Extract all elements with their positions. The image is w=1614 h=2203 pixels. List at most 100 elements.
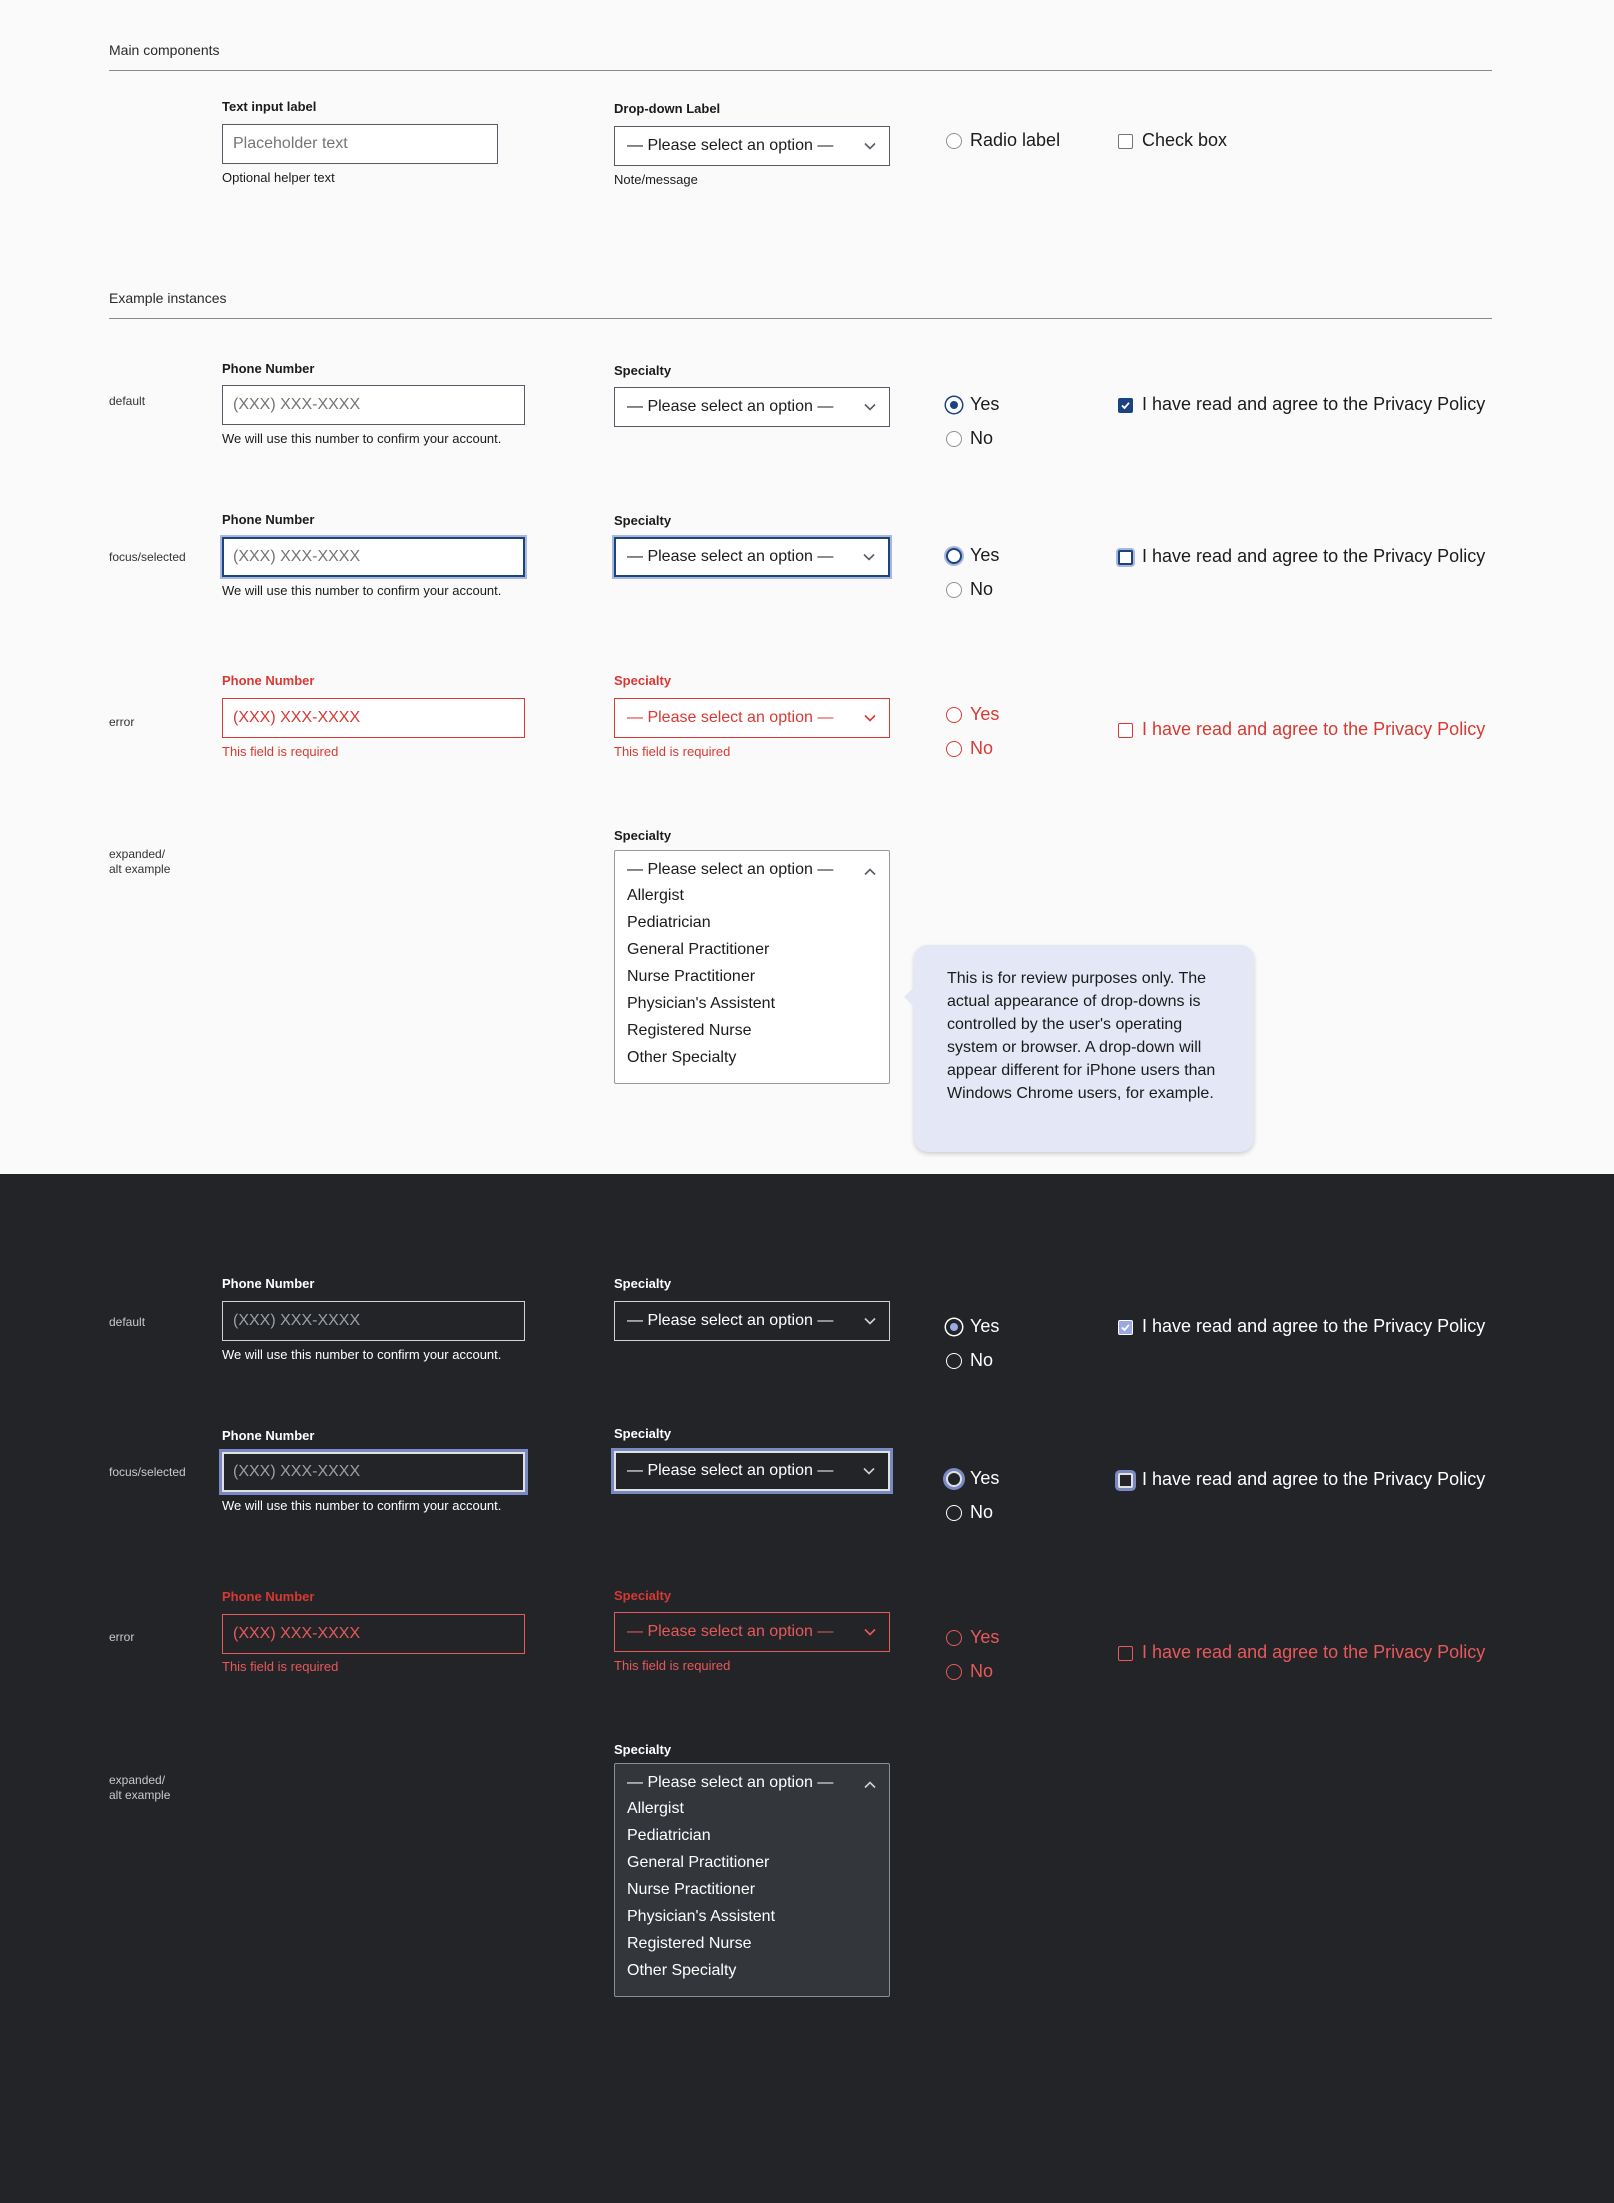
radio-yes-label: Yes [970, 1468, 1000, 1488]
phone-input[interactable]: (XXX) XXX-XXXX [222, 537, 525, 577]
radio-button[interactable] [946, 582, 962, 598]
radio-button[interactable] [946, 741, 962, 757]
radio-button[interactable] [946, 397, 962, 413]
phone-input[interactable]: (XXX) XXX-XXXX [222, 1301, 525, 1341]
phone-label: Phone Number [222, 512, 315, 527]
checkbox-main[interactable]: Check box [1118, 130, 1298, 152]
privacy-label: I have read and agree to the Privacy Pol… [1142, 1469, 1486, 1489]
radio-yes-label: Yes [970, 1627, 1000, 1647]
state-label-error: error [109, 715, 135, 729]
radio-yes[interactable]: Yes [946, 1627, 1046, 1649]
phone-helper: We will use this number to confirm your … [222, 431, 502, 446]
divider [109, 318, 1492, 319]
radio-no[interactable]: No [946, 1350, 1046, 1372]
listbox-option[interactable]: Allergist [627, 1800, 684, 1818]
phone-placeholder: (XXX) XXX-XXXX [233, 1625, 361, 1642]
radio-button[interactable] [946, 1630, 962, 1646]
specialty-select-value: — Please select an option — [627, 1462, 834, 1479]
review-tooltip: This is for review purposes only. The ac… [904, 945, 1254, 1152]
checkbox[interactable] [1118, 722, 1133, 738]
privacy-checkbox-row[interactable]: I have read and agree to the Privacy Pol… [1118, 719, 1498, 741]
specialty-select[interactable]: — Please select an option — [614, 698, 890, 738]
privacy-label: I have read and agree to the Privacy Pol… [1142, 546, 1486, 566]
specialty-select-value: — Please select an option — [627, 398, 834, 415]
radio-button[interactable] [946, 1664, 962, 1680]
specialty-label: Specialty [614, 513, 672, 528]
privacy-label: I have read and agree to the Privacy Pol… [1142, 1642, 1486, 1662]
radio-no[interactable]: No [946, 738, 1046, 760]
state-label-default: default [109, 1315, 146, 1329]
specialty-label: Specialty [614, 1588, 672, 1603]
radio-yes[interactable]: Yes [946, 704, 1046, 726]
checkbox[interactable] [1118, 1645, 1133, 1661]
privacy-checkbox-row[interactable]: I have read and agree to the Privacy Pol… [1118, 1469, 1498, 1491]
radio-button[interactable] [946, 1505, 962, 1521]
privacy-checkbox-row[interactable]: I have read and agree to the Privacy Pol… [1118, 1642, 1498, 1664]
specialty-label: Specialty [614, 1742, 672, 1757]
specialty-select[interactable]: — Please select an option — [614, 1301, 890, 1341]
radio-main[interactable]: Radio label [946, 130, 1126, 152]
radio-yes[interactable]: Yes [946, 1316, 1046, 1338]
radio-no[interactable]: No [946, 428, 1046, 450]
listbox-option[interactable]: Allergist [627, 887, 684, 905]
radio-no[interactable]: No [946, 579, 1046, 601]
listbox-selected-option[interactable]: — Please select an option — [627, 861, 833, 879]
phone-input[interactable]: (XXX) XXX-XXXX [222, 1452, 525, 1492]
radio-no-label: No [970, 579, 994, 599]
privacy-checkbox-row[interactable]: I have read and agree to the Privacy Pol… [1118, 394, 1498, 416]
listbox-option[interactable]: Physician's Assistent [627, 1908, 775, 1926]
specialty-listbox[interactable]: — Please select an option — Allergist Pe… [614, 1763, 890, 1997]
radio-button[interactable] [946, 133, 962, 149]
checkbox[interactable] [1118, 397, 1133, 413]
checkbox[interactable] [1118, 549, 1133, 565]
phone-helper: We will use this number to confirm your … [222, 1498, 502, 1513]
text-input[interactable]: Placeholder text [222, 124, 498, 164]
checkbox[interactable] [1118, 133, 1133, 149]
listbox-option[interactable]: Registered Nurse [627, 1935, 752, 1953]
listbox-selected-option[interactable]: — Please select an option — [627, 1774, 833, 1792]
phone-input[interactable]: (XXX) XXX-XXXX [222, 385, 525, 425]
dropdown-note: Note/message [614, 172, 698, 187]
radio-no-label: No [970, 428, 994, 448]
radio-button[interactable] [946, 707, 962, 723]
specialty-select[interactable]: — Please select an option — [614, 1451, 890, 1491]
state-label-error: error [109, 1630, 135, 1644]
error-message: This field is required [222, 1659, 339, 1674]
listbox-option[interactable]: Pediatrician [627, 1827, 711, 1845]
listbox-option[interactable]: Pediatrician [627, 914, 711, 932]
radio-yes[interactable]: Yes [946, 394, 1046, 416]
listbox-option[interactable]: Physician's Assistent [627, 995, 775, 1013]
dropdown-select[interactable]: — Please select an option — [614, 126, 890, 166]
checkbox[interactable] [1118, 1472, 1133, 1488]
specialty-select[interactable]: — Please select an option — [614, 387, 890, 427]
listbox-option[interactable]: General Practitioner [627, 941, 769, 959]
specialty-listbox[interactable]: — Please select an option — Allergist Pe… [614, 850, 890, 1084]
checkmark-icon [1121, 1323, 1130, 1331]
radio-no[interactable]: No [946, 1502, 1046, 1524]
radio-button[interactable] [946, 548, 962, 564]
specialty-select[interactable]: — Please select an option — [614, 1612, 890, 1652]
phone-input[interactable]: (XXX) XXX-XXXX [222, 1614, 525, 1654]
privacy-checkbox-row[interactable]: I have read and agree to the Privacy Pol… [1118, 546, 1498, 568]
radio-button[interactable] [946, 1353, 962, 1369]
tooltip-arrow [904, 987, 914, 1007]
phone-input[interactable]: (XXX) XXX-XXXX [222, 698, 525, 738]
privacy-checkbox-row[interactable]: I have read and agree to the Privacy Pol… [1118, 1316, 1498, 1338]
radio-no[interactable]: No [946, 1661, 1046, 1683]
radio-no-label: No [970, 1661, 994, 1681]
radio-yes[interactable]: Yes [946, 1468, 1046, 1490]
listbox-option[interactable]: Other Specialty [627, 1962, 736, 1980]
listbox-option[interactable]: Nurse Practitioner [627, 968, 755, 986]
radio-yes[interactable]: Yes [946, 545, 1046, 567]
checkbox[interactable] [1118, 1319, 1133, 1335]
listbox-option[interactable]: Registered Nurse [627, 1022, 752, 1040]
phone-label: Phone Number [222, 673, 315, 688]
listbox-option[interactable]: Nurse Practitioner [627, 1881, 755, 1899]
radio-button[interactable] [946, 431, 962, 447]
phone-placeholder: (XXX) XXX-XXXX [233, 1463, 361, 1480]
listbox-option[interactable]: General Practitioner [627, 1854, 769, 1872]
radio-button[interactable] [946, 1471, 962, 1487]
listbox-option[interactable]: Other Specialty [627, 1049, 736, 1067]
radio-button[interactable] [946, 1319, 962, 1335]
specialty-select[interactable]: — Please select an option — [614, 537, 890, 577]
